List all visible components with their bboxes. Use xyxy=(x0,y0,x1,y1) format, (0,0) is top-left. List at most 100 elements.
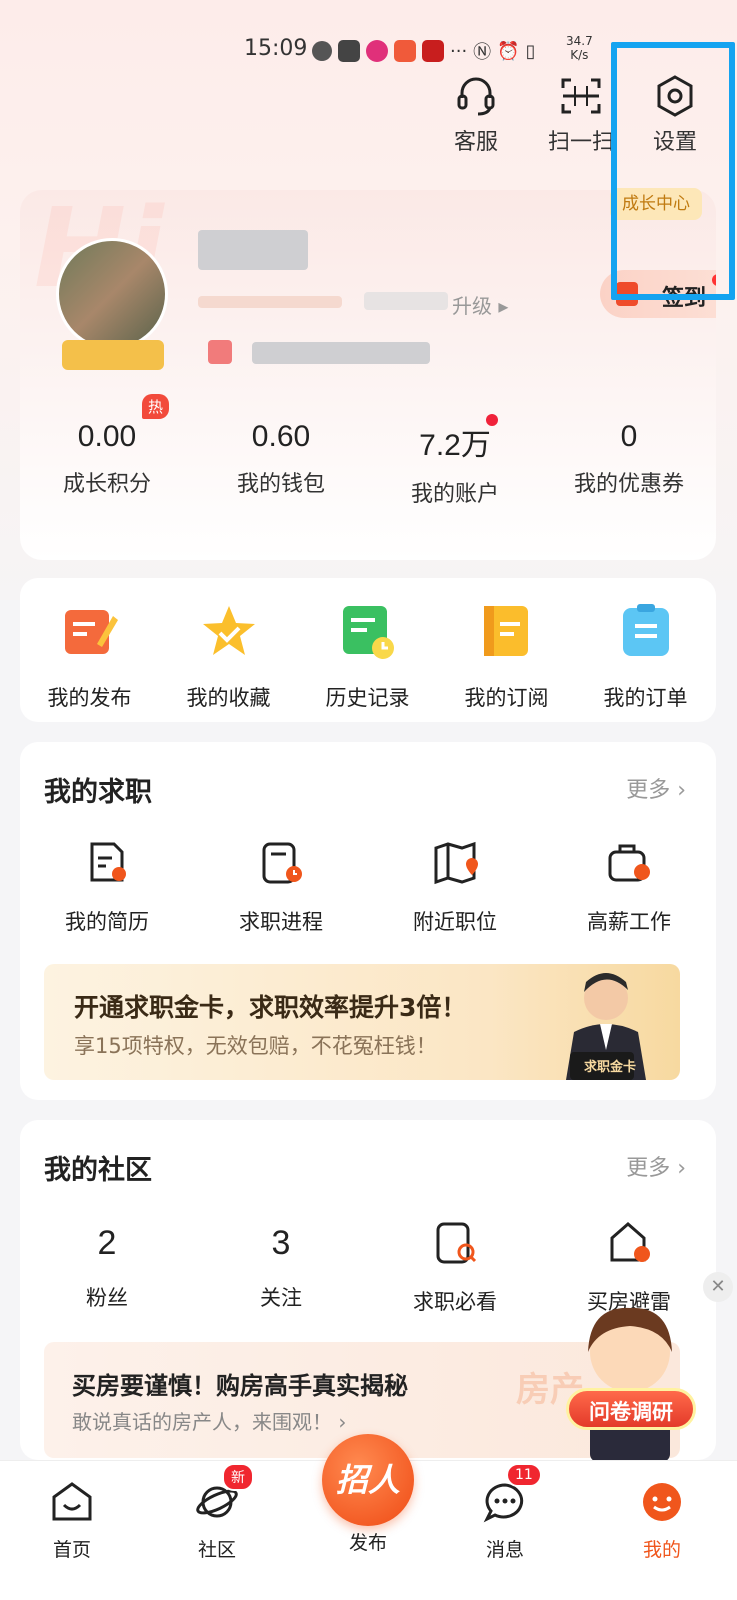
community-new-badge: 新 xyxy=(222,1463,254,1491)
username-blurred xyxy=(198,230,308,270)
stat-label: 成长积分 xyxy=(62,472,151,497)
progress-icon xyxy=(262,842,302,884)
my-orders-item[interactable]: 我的订单 xyxy=(576,578,715,722)
job-item-label: 我的简历 xyxy=(65,910,149,934)
tab-mine[interactable]: 我的 xyxy=(617,1481,707,1562)
avatar-level-badge xyxy=(62,340,164,370)
subscriptions-item[interactable]: 我的订阅 xyxy=(437,578,576,722)
house-banner-subtitle: 敢说真话的房产人，来围观！ › xyxy=(72,1410,347,1434)
quick-label: 我的订阅 xyxy=(464,686,549,710)
subscribe-icon xyxy=(483,606,528,656)
house-warning-icon xyxy=(610,1222,650,1262)
network-speed-value: 34.7 xyxy=(566,34,593,48)
high-salary-item[interactable]: 高薪工作 xyxy=(542,840,716,936)
home-icon xyxy=(52,1482,92,1521)
following-item[interactable]: 3 关注 xyxy=(194,1220,368,1316)
customer-service-button[interactable]: 客服 xyxy=(431,74,521,156)
upgrade-link[interactable]: 升级 ▸ xyxy=(452,290,508,319)
message-bubble-icon xyxy=(483,1483,524,1523)
stat-account[interactable]: 7.2万 我的账户 xyxy=(368,414,542,508)
followers-count: 2 xyxy=(97,1224,117,1262)
community-item-label: 求职必看 xyxy=(413,1290,497,1314)
profile-stats: 热 0.00 成长积分 0.60 我的钱包 7.2万 我的账户 0 我的优惠券 xyxy=(20,394,716,508)
growth-center-tag[interactable]: 成长中心 xyxy=(610,188,702,220)
tab-publish-label: 发布 xyxy=(348,1532,387,1554)
job-item-label: 求职进程 xyxy=(239,910,323,934)
job-more-link[interactable]: 更多 › xyxy=(626,772,686,804)
avatar[interactable] xyxy=(56,238,168,350)
stat-value: 0.00 xyxy=(77,420,137,453)
stat-growth-points[interactable]: 热 0.00 成长积分 xyxy=(20,394,194,508)
community-section-title: 我的社区 xyxy=(44,1155,152,1186)
more-notifications-icon: ··· xyxy=(450,40,468,62)
quick-label: 我的发布 xyxy=(47,686,132,710)
my-favorites-item[interactable]: 我的收藏 xyxy=(159,578,298,722)
checkin-icon xyxy=(616,282,638,306)
stat-coupons[interactable]: 0 我的优惠券 xyxy=(542,420,716,508)
quick-actions: 我的发布 我的收藏 历史记录 我的订阅 我的订单 xyxy=(20,578,716,722)
survey-button[interactable]: 问卷调研 xyxy=(566,1388,696,1430)
tab-community[interactable]: 新 社区 xyxy=(172,1463,262,1562)
intro-text-blurred xyxy=(252,342,430,364)
order-icon xyxy=(622,604,669,656)
customer-service-label: 客服 xyxy=(453,130,498,155)
job-guide-icon xyxy=(436,1222,477,1264)
settings-button[interactable]: 设置 xyxy=(630,74,720,156)
status-bar: 15:09 ··· Ⓝ ⏰ ▯ 34.7 K/s xyxy=(0,34,737,68)
settings-hexagon-icon xyxy=(657,75,693,117)
quick-label: 历史记录 xyxy=(325,686,410,710)
level-text-blurred xyxy=(364,292,448,310)
gold-banner-title: 开通求职金卡，求职效率提升3倍！ xyxy=(74,993,467,1022)
settings-label: 设置 xyxy=(652,130,697,155)
network-speed: 34.7 K/s xyxy=(566,34,593,62)
publish-hire-button[interactable]: 招人 xyxy=(322,1434,414,1526)
stat-label: 我的钱包 xyxy=(236,472,325,497)
nearby-jobs-item[interactable]: 附近职位 xyxy=(368,840,542,936)
history-item[interactable]: 历史记录 xyxy=(298,578,437,722)
stat-value: 7.2万 xyxy=(419,429,491,462)
tab-messages[interactable]: 11 消息 xyxy=(460,1463,550,1562)
stat-value: 0.60 xyxy=(251,420,311,453)
bag-app-icon xyxy=(338,40,360,62)
scan-button[interactable]: 扫一扫 xyxy=(536,74,626,156)
checkin-label: 签到 xyxy=(662,286,707,311)
quick-label: 我的订单 xyxy=(603,686,688,710)
survey-close-button[interactable]: ✕ xyxy=(703,1272,733,1302)
network-speed-unit: K/s xyxy=(570,48,589,62)
publish-icon xyxy=(64,610,118,654)
community-item-label: 关注 xyxy=(260,1286,302,1310)
gold-card-label: 求职金卡 xyxy=(584,1060,637,1075)
community-item-label: 粉丝 xyxy=(86,1286,128,1310)
stat-wallet[interactable]: 0.60 我的钱包 xyxy=(194,420,368,508)
my-posts-item[interactable]: 我的发布 xyxy=(20,578,159,722)
checkin-red-dot xyxy=(712,274,716,286)
resume-item[interactable]: 我的简历 xyxy=(20,840,194,936)
job-item-label: 附近职位 xyxy=(413,910,497,934)
level-progress-bar xyxy=(198,296,342,308)
nearby-map-icon xyxy=(434,841,478,885)
scan-icon xyxy=(561,78,601,114)
tab-community-label: 社区 xyxy=(197,1539,236,1561)
history-icon xyxy=(342,606,394,659)
job-progress-item[interactable]: 求职进程 xyxy=(194,840,368,936)
scan-label: 扫一扫 xyxy=(547,130,614,155)
wechat-icon xyxy=(312,41,332,61)
vibrate-icon: ▯ xyxy=(525,40,536,62)
resume-icon xyxy=(90,842,126,882)
checkin-button[interactable]: 签到 xyxy=(600,270,716,318)
tab-home[interactable]: 首页 xyxy=(27,1481,117,1562)
app-notify-icon xyxy=(366,40,388,62)
stat-label: 我的优惠券 xyxy=(573,472,684,497)
tab-mine-label: 我的 xyxy=(642,1539,681,1561)
job-section-title: 我的求职 xyxy=(44,777,152,808)
nfc-icon: Ⓝ xyxy=(473,42,492,63)
tab-messages-label: 消息 xyxy=(485,1539,524,1561)
gold-card-banner[interactable]: 开通求职金卡，求职效率提升3倍！ 享15项特权，无效包赔，不花冤枉钱！ 求职金卡 xyxy=(44,964,680,1080)
community-more-link[interactable]: 更多 › xyxy=(626,1150,686,1182)
house-banner-title: 买房要谨慎！购房高手真实揭秘 xyxy=(72,1372,408,1400)
job-guide-item[interactable]: 求职必看 xyxy=(368,1220,542,1316)
survey-girl-illustration xyxy=(588,1307,672,1462)
mine-face-icon xyxy=(643,1483,681,1521)
followers-item[interactable]: 2 粉丝 xyxy=(20,1220,194,1316)
stat-value: 0 xyxy=(620,420,638,453)
